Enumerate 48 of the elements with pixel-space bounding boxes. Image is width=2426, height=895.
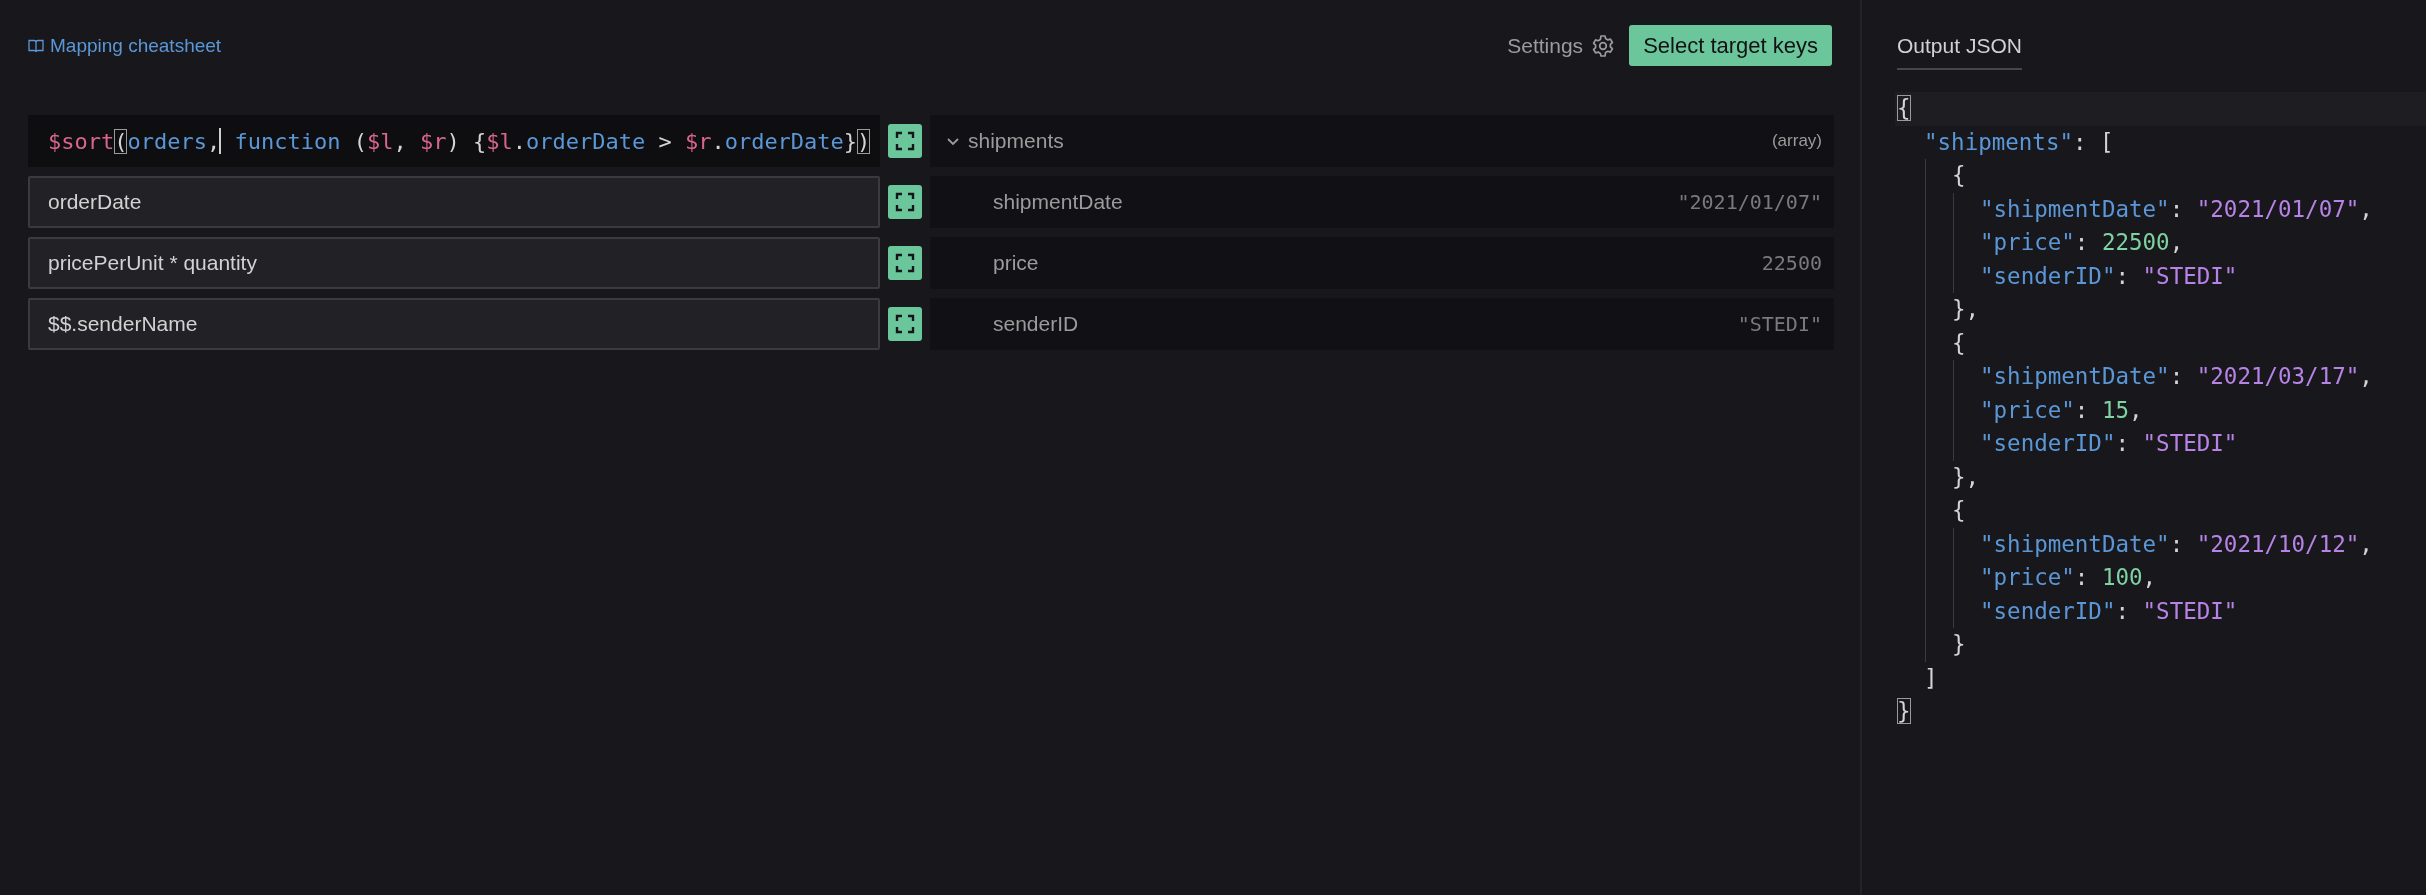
code-line: "shipmentDate": "2021/03/17", <box>1980 362 2374 391</box>
code-line: "price": 100, <box>1980 563 2158 592</box>
select-target-keys-button[interactable]: Select target keys <box>1629 25 1832 66</box>
expand-icon <box>895 253 915 273</box>
target-value: 22500 <box>1761 251 1822 275</box>
code-line: ] <box>1924 663 1939 693</box>
expand-button[interactable] <box>888 246 922 280</box>
expand-icon <box>895 314 915 334</box>
code-line: } <box>1897 697 1912 726</box>
settings-button[interactable]: Settings <box>1507 33 1616 58</box>
code-line: }, <box>1952 462 1981 492</box>
code-line: { <box>1952 496 1967 525</box>
expression-field[interactable]: $$.senderName <box>28 298 880 350</box>
expand-button[interactable] <box>888 124 922 158</box>
cheatsheet-link[interactable]: Mapping cheatsheet <box>28 34 222 57</box>
target-row[interactable]: price 22500 <box>930 237 1834 289</box>
code-line: { <box>1952 328 1967 358</box>
target-row[interactable]: shipmentDate "2021/01/07" <box>930 176 1834 228</box>
target-key: shipments <box>968 129 1064 153</box>
settings-icon <box>1591 33 1616 58</box>
code-line: "price": 15, <box>1980 395 2144 425</box>
book-icon <box>28 38 44 53</box>
code-line: "price": 22500, <box>1980 228 2185 257</box>
expand-icon <box>895 192 915 212</box>
code-editor[interactable]: $sort(orders, function ($l, $r) {$l.orderDate > $r.orderDate}) <box>28 115 880 167</box>
target-row[interactable]: shipments (array) <box>930 115 1834 167</box>
expression-field[interactable]: pricePerUnit * quantity <box>28 237 880 289</box>
target-key: senderID <box>993 312 1079 336</box>
code-line: } <box>1952 630 1967 659</box>
code-line: "shipmentDate": "2021/01/07", <box>1980 194 2374 224</box>
target-key: shipmentDate <box>993 190 1123 214</box>
expand-icon <box>895 131 915 151</box>
code-line: "senderID": "STEDI" <box>1980 261 2239 291</box>
type-label: (array) <box>1771 131 1822 151</box>
target-value: "2021/01/07" <box>1677 190 1822 214</box>
expand-button[interactable] <box>888 185 922 219</box>
code-line: }, <box>1952 295 1981 324</box>
code-line: "senderID": "STEDI" <box>1980 596 2239 626</box>
code-line: { <box>1952 161 1967 190</box>
target-value: "STEDI" <box>1737 312 1822 336</box>
code-line: "shipmentDate": "2021/10/12", <box>1980 529 2374 559</box>
target-row[interactable]: senderID "STEDI" <box>930 298 1834 350</box>
code-line: "senderID": "STEDI" <box>1980 429 2239 458</box>
target-key: price <box>993 251 1039 275</box>
expand-button[interactable] <box>888 307 922 341</box>
panel-title: Output JSON <box>1897 34 2022 70</box>
expression-field[interactable]: orderDate <box>28 176 880 228</box>
code-line: "shipments": [ <box>1924 127 2115 157</box>
